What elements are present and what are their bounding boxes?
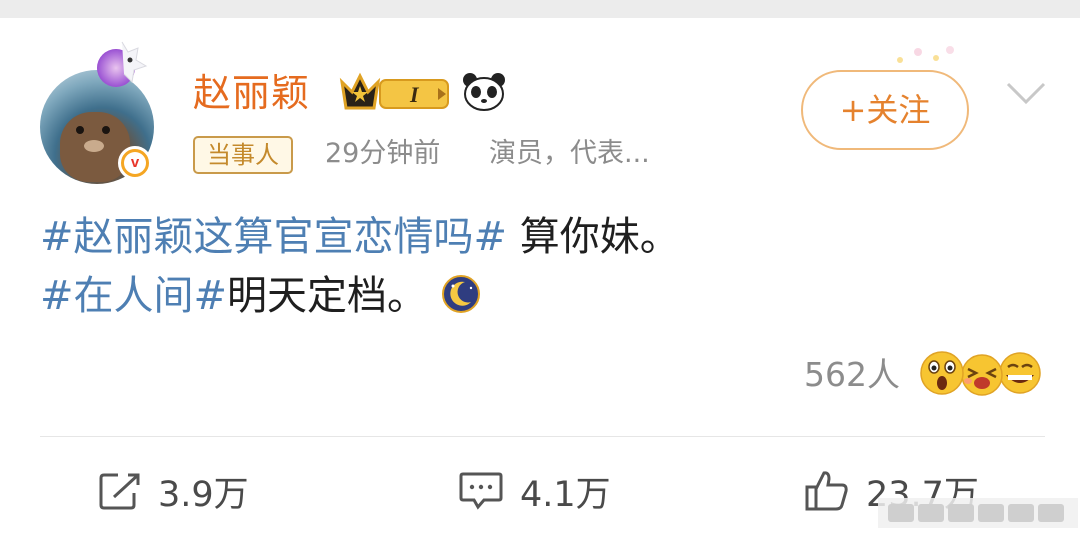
author-name[interactable]: 赵丽颖 xyxy=(193,70,310,116)
divider xyxy=(40,436,1045,437)
top-status-strip xyxy=(0,0,1080,18)
share-count: 3.9万 xyxy=(158,474,249,515)
post-text: 明天定档。 xyxy=(227,273,428,319)
share-icon xyxy=(99,473,140,510)
post-time: 29分钟前 xyxy=(325,138,441,169)
post-content-line-1: #赵丽颖这算官宣恋情吗# 算你妹。 xyxy=(40,212,680,262)
post-text: 算你妹。 xyxy=(507,214,680,260)
grin-emoji-icon xyxy=(999,352,1041,394)
follow-decoration-icon xyxy=(897,46,954,63)
comment-count: 4.1万 xyxy=(520,474,611,515)
reaction-emojis[interactable] xyxy=(918,347,1042,399)
chevron-down-icon[interactable] xyxy=(1004,78,1048,108)
watermark-overlay xyxy=(878,498,1078,528)
crown-badge-icon: I xyxy=(339,72,449,110)
post-content-line-2: #在人间#明天定档。 xyxy=(40,271,481,321)
avatar-pendant-icon xyxy=(97,41,148,87)
author-description: 演员，代表... xyxy=(489,138,650,169)
tag-badge: 当事人 xyxy=(193,136,293,174)
reactions-count[interactable]: 562人 xyxy=(804,352,900,398)
topic-link[interactable]: #在人间# xyxy=(40,273,227,319)
share-button[interactable]: 3.9万 xyxy=(98,466,249,516)
follow-button[interactable]: +关注 xyxy=(801,70,969,150)
surprised-emoji-icon xyxy=(920,351,964,395)
laugh-emoji-icon xyxy=(961,354,1003,396)
moon-emoji-icon xyxy=(442,275,481,313)
thumbs-up-icon xyxy=(805,471,848,511)
comment-icon xyxy=(459,472,503,510)
svg-text:I: I xyxy=(409,82,420,107)
verified-v-icon: v xyxy=(118,146,152,180)
topic-link[interactable]: #赵丽颖这算官宣恋情吗# xyxy=(40,214,507,260)
comment-button[interactable]: 4.1万 xyxy=(458,466,611,516)
panda-icon xyxy=(463,73,505,111)
avatar[interactable]: v xyxy=(40,41,160,184)
